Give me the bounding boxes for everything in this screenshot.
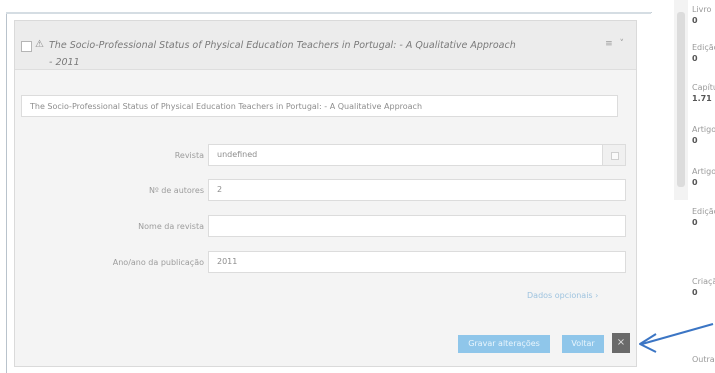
- sidebar-item-value: 0: [692, 218, 698, 227]
- stats-sidebar: Livro 0 Edição 0 Capítulo 1.71 Artigo 0 …: [692, 0, 715, 365]
- publication-title-field[interactable]: The Socio-Professional Status of Physica…: [21, 95, 618, 117]
- sidebar-item-label: Livro: [692, 5, 712, 14]
- sidebar-item-label: Artigo: [692, 125, 715, 134]
- sidebar-item: Criação desenv 0: [692, 276, 715, 298]
- revista-value: undefined: [217, 150, 258, 159]
- warning-icon: ⚠: [35, 39, 44, 50]
- field-label-num-authors: Nº de autores: [148, 186, 204, 195]
- sidebar-item-value: 1.71: [692, 94, 712, 103]
- field-label-revista: Revista: [174, 151, 204, 160]
- sidebar-item-label: Criação desenv: [692, 277, 715, 286]
- sidebar-item-value: 0: [692, 288, 698, 297]
- back-button[interactable]: Voltar: [562, 335, 604, 353]
- collapse-checkbox[interactable]: [21, 41, 32, 52]
- revista-select[interactable]: undefined: [208, 144, 626, 166]
- sidebar-item-label: Outras: [692, 355, 715, 364]
- field-label-journal-name: Nome da revista: [138, 222, 204, 231]
- sidebar-item: Edição revista 0: [692, 206, 715, 228]
- sidebar-item: Outras: [692, 354, 715, 365]
- publication-panel: ⚠ The Socio-Professional Status of Physi…: [14, 20, 637, 367]
- journal-name-input[interactable]: [208, 215, 626, 237]
- sidebar-item: Livro 0: [692, 4, 715, 26]
- sidebar-item-value: 0: [692, 136, 698, 145]
- sidebar-item-value: 0: [692, 16, 698, 25]
- sidebar-item-label: Capítulo: [692, 83, 715, 92]
- frame-top-border: [6, 12, 651, 14]
- sidebar-item-value: 0: [692, 178, 698, 187]
- scrollbar-thumb[interactable]: [677, 12, 685, 187]
- sidebar-item: Edição 0: [692, 42, 715, 64]
- panel-header: ⚠ The Socio-Professional Status of Physi…: [15, 21, 636, 70]
- sidebar-item-value: 0: [692, 54, 698, 63]
- dropdown-arrow-icon[interactable]: [602, 145, 625, 165]
- panel-title: The Socio-Professional Status of Physica…: [49, 40, 516, 68]
- field-label-publication-year: Ano/ano da publicação: [112, 258, 204, 267]
- sidebar-item: Artigo 0: [692, 166, 715, 188]
- sidebar-item-label: Edição revista: [692, 207, 715, 216]
- sidebar-item: Capítulo 1.71: [692, 82, 715, 104]
- header-controls-icon[interactable]: ≡ ˅: [605, 39, 626, 49]
- close-button[interactable]: ×: [612, 333, 630, 353]
- sidebar-item-label: Edição: [692, 43, 715, 52]
- num-authors-input[interactable]: 2: [208, 179, 626, 201]
- sidebar-item-label: Artigo: [692, 167, 715, 176]
- sidebar-item: Artigo 0: [692, 124, 715, 146]
- publication-year-input[interactable]: 2011: [208, 251, 626, 273]
- save-changes-button[interactable]: Gravar alterações: [458, 335, 550, 353]
- optional-details-link[interactable]: Dados opcionais ›: [527, 291, 598, 300]
